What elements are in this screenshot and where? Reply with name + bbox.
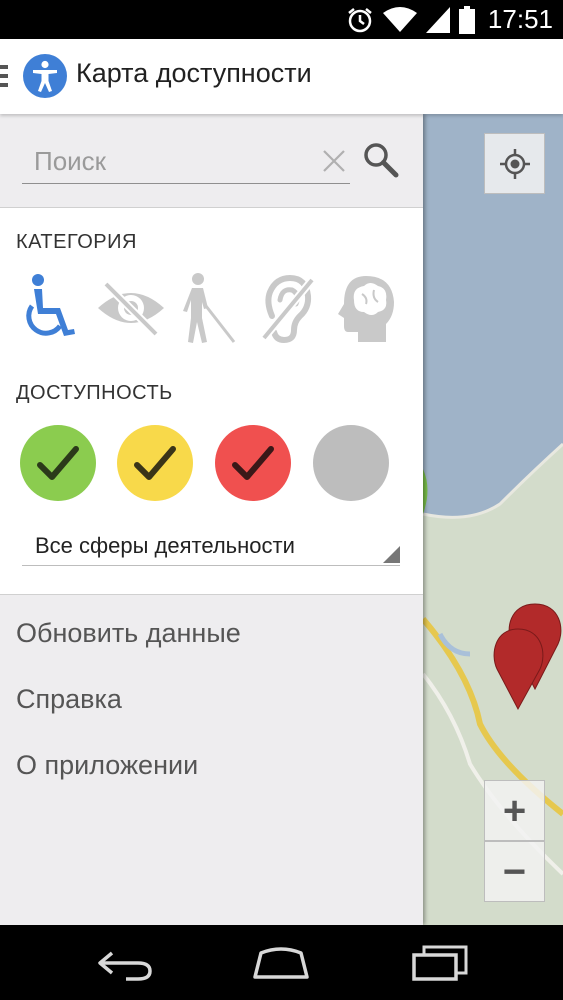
app-title: Карта доступности	[76, 58, 312, 88]
menu-item-refresh[interactable]: Обновить данные	[16, 618, 241, 649]
filter-panel: КАТЕГОРИЯ ДОСТУПНОСТЬ Все сферы деятельн…	[0, 207, 423, 595]
search-input[interactable]	[34, 143, 314, 179]
menu-item-about[interactable]: О приложении	[16, 750, 198, 781]
signal-icon	[425, 6, 450, 33]
accessibility-heading: ДОСТУПНОСТЬ	[16, 382, 173, 404]
wheelchair-icon[interactable]	[20, 272, 86, 344]
search-box	[22, 138, 350, 184]
zoom-out-label: −	[502, 849, 527, 894]
alarm-icon	[348, 7, 372, 32]
status-time: 17:51	[487, 4, 553, 34]
back-icon[interactable]	[96, 945, 156, 981]
category-heading: КАТЕГОРИЯ	[16, 231, 137, 253]
accessibility-unknown-toggle[interactable]	[313, 425, 389, 501]
zoom-in-label: +	[502, 788, 527, 833]
crosshair-icon	[499, 148, 530, 179]
accessibility-person-icon[interactable]	[23, 54, 67, 98]
home-icon[interactable]	[251, 945, 311, 981]
status-bar: 17:51	[0, 0, 563, 39]
ear-crossed-icon[interactable]	[258, 272, 318, 344]
accessibility-none-toggle[interactable]	[215, 425, 291, 501]
navigation-drawer: КАТЕГОРИЯ	[0, 114, 423, 925]
app-bar: Карта доступности	[0, 39, 563, 114]
eye-crossed-icon[interactable]	[96, 272, 166, 344]
check-icon	[134, 446, 176, 480]
my-location-button[interactable]	[484, 133, 545, 194]
activity-sphere-select[interactable]: Все сферы деятельности	[22, 524, 400, 566]
check-icon	[37, 446, 79, 480]
zoom-in-button[interactable]: +	[484, 780, 545, 841]
search-icon[interactable]	[362, 141, 400, 179]
accessibility-full-toggle[interactable]	[20, 425, 96, 501]
zoom-out-button[interactable]: −	[484, 841, 545, 902]
menu-item-help[interactable]: Справка	[16, 684, 122, 715]
status-icons: 17:51	[346, 0, 553, 39]
accessibility-partial-toggle[interactable]	[117, 425, 193, 501]
check-icon	[232, 446, 274, 480]
clear-icon[interactable]	[322, 149, 346, 173]
battery-icon	[458, 5, 475, 34]
hamburger-icon[interactable]	[0, 65, 8, 87]
head-brain-icon[interactable]	[336, 272, 398, 344]
blind-person-cane-icon[interactable]	[176, 272, 242, 344]
recent-apps-icon[interactable]	[410, 945, 470, 981]
activity-sphere-value: Все сферы деятельности	[35, 533, 295, 558]
dropdown-arrow-icon	[383, 546, 400, 563]
wifi-icon	[382, 6, 417, 32]
system-nav-bar	[0, 925, 563, 1000]
